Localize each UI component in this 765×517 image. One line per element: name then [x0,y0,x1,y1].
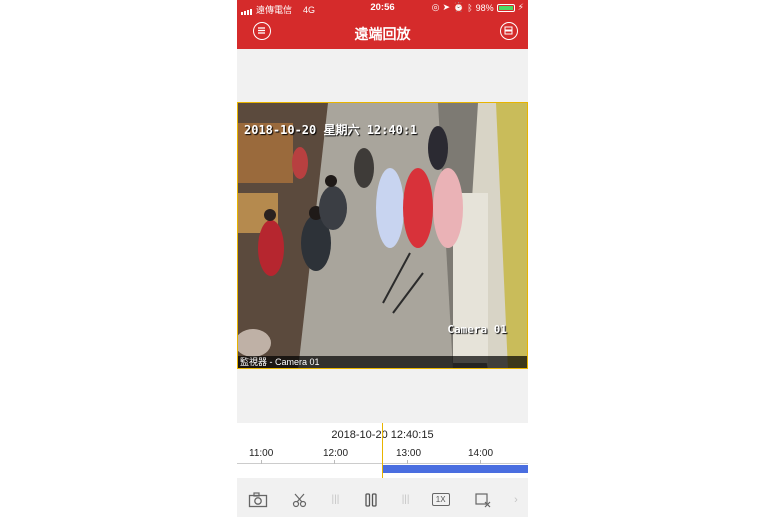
battery-percent: 98% [475,2,494,13]
device-list-button[interactable] [500,22,518,40]
pause-icon [364,492,377,507]
clip-icon [293,493,307,507]
tick-label: 14:00 [468,448,494,459]
clip-button[interactable] [289,489,311,511]
timeline-tick [334,460,335,464]
playhead-cursor[interactable] [382,423,383,478]
charging-icon: ⚡ [517,2,524,12]
location-icon: ➤ [442,2,451,12]
page-title: 遠端回放 [354,26,411,42]
lock-rotation-icon: ◎ [431,2,440,12]
playback-toolbar: ||| ||| 1X › [237,482,528,517]
video-caption: 監視器 - Camera 01 [238,356,527,368]
timeline-tick [407,460,408,464]
toolbar-divider: ||| [401,494,410,505]
timeline[interactable]: 2018-10-20 12:40:15 11:00 12:00 13:00 14… [237,423,528,478]
video-timestamp-overlay: 2018-10-20 星期六 12:40:1 [244,123,418,137]
battery-icon [496,3,515,12]
phone-screen: 遠傳電信 4G 20:56 ◎ ➤ ⏰ ᛒ 98% ⚡ 遠端回放 2018-10… [237,0,528,517]
timeline-tick [261,460,262,464]
close-window-button[interactable] [472,489,494,511]
bluetooth-icon: ᛒ [467,2,473,13]
toolbar-divider: ||| [331,494,340,505]
timeline-tick [480,460,481,464]
tick-label: 11:00 [249,448,274,459]
recording-segment[interactable] [383,465,528,473]
camera-name-overlay: Camera 01 [447,323,507,336]
tick-label: 13:00 [396,448,422,459]
tick-label: 12:00 [323,448,349,459]
app-header: 遠端回放 [237,16,528,49]
pause-button[interactable] [360,489,382,511]
alarm-icon: ⏰ [453,2,465,12]
snapshot-button[interactable] [247,489,269,511]
playback-speed-button[interactable]: 1X [430,489,452,511]
camera-icon [248,491,268,507]
video-player[interactable]: 2018-10-20 星期六 12:40:1 Camera 01 監視器 - C… [237,102,528,369]
speed-icon: 1X [431,493,450,506]
chevron-right-icon[interactable]: › [514,494,518,506]
device-list-icon [504,26,513,35]
status-bar: 遠傳電信 4G 20:56 ◎ ➤ ⏰ ᛒ 98% ⚡ [237,0,528,16]
close-window-icon [475,492,491,507]
